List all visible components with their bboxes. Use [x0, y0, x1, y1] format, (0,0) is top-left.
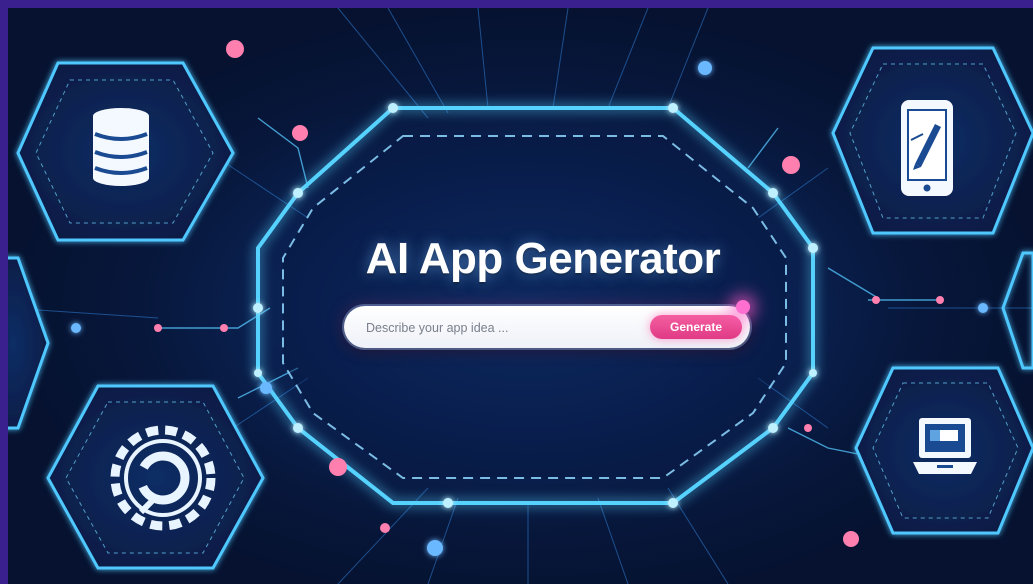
glow-accent — [736, 300, 750, 314]
hero-frame: AI App Generator Generate — [8, 8, 1033, 584]
app-idea-input[interactable] — [364, 306, 638, 350]
page-title: AI App Generator — [365, 234, 721, 283]
prompt-bar: Generate — [344, 306, 750, 350]
hero-content: AI App Generator Generate — [8, 8, 1033, 584]
generate-button[interactable]: Generate — [650, 315, 742, 339]
